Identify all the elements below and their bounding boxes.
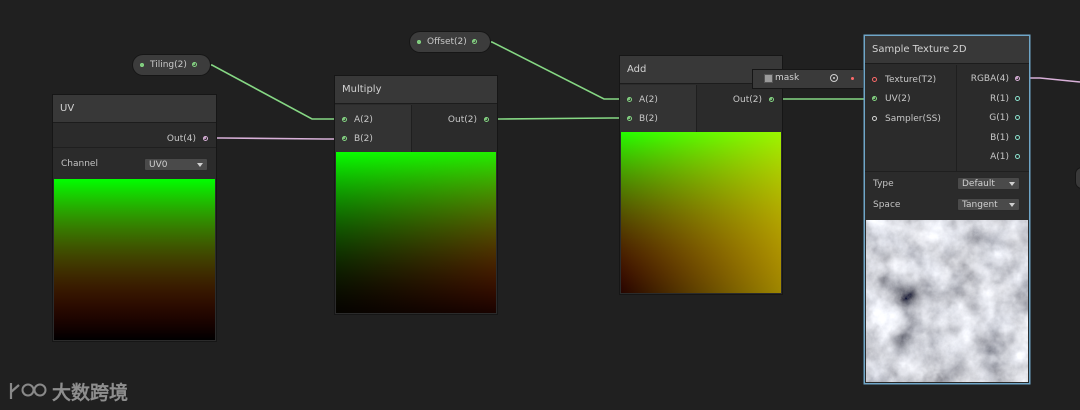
sample-texture-input-port[interactable] [872,77,877,82]
multiply-input-b-port[interactable] [342,136,347,141]
sample-sampler-input-port[interactable] [872,116,877,121]
sample-rgba-output-port[interactable] [1015,76,1020,81]
uv-channel-label: Channel [61,159,98,169]
multiply-output-port[interactable] [484,117,489,122]
multiply-node-title: Multiply [335,76,497,104]
add-input-b-label: B(2) [639,114,658,124]
sample-uv-input-label: UV(2) [885,94,911,104]
sample-space-label: Space [873,200,901,210]
sample-g-output-port[interactable] [1015,115,1020,120]
offset-output-port[interactable] [472,39,477,44]
uv-node[interactable]: UV Out(4) Channel UV0 [53,95,216,341]
add-output-port[interactable] [769,97,774,102]
chevron-down-icon [1009,203,1015,207]
sample-sampler-input-label: Sampler(SS) [885,114,941,124]
uv-output-label: Out(4) [166,134,196,144]
add-output-label: Out(2) [732,95,762,105]
multiply-preview [336,152,496,313]
multiply-output-label: Out(2) [447,115,477,125]
tiling-left-dot [140,63,144,67]
tiling-label: Tiling(2) [150,60,187,70]
uv-node-title: UV [53,95,216,123]
tiling-property[interactable]: Tiling(2) [133,55,210,75]
add-preview-tint [621,132,781,293]
multiply-input-a-port[interactable] [342,117,347,122]
offscreen-node-edge [1076,168,1080,188]
sample-a-output-port[interactable] [1015,154,1020,159]
watermark-logo-icon [9,383,47,399]
uv-output-port[interactable] [203,136,208,141]
sample-space-value: Tangent [962,200,998,210]
add-node[interactable]: Add A(2) B(2) Out(2) [620,56,782,294]
offset-property[interactable]: Offset(2) [410,32,490,52]
mask-output-port[interactable] [851,77,854,80]
add-input-a-port[interactable] [627,97,632,102]
sample-b-output-port[interactable] [1015,135,1020,140]
chevron-down-icon [1009,182,1015,186]
wire-offset-to-add-a [476,41,629,100]
sample-rgba-output-label: RGBA(4) [970,74,1009,84]
sample-r-output-label: R(1) [989,94,1009,104]
sample-texture-input-label: Texture(T2) [885,75,937,85]
watermark-text: 大数跨境 [52,381,129,404]
sample-r-output-port[interactable] [1015,96,1020,101]
sample-type-dropdown[interactable]: Default [957,177,1020,190]
sample-b-output-label: B(1) [990,133,1009,143]
multiply-input-b-label: B(2) [354,134,373,144]
wire-uv-to-multiply-b [206,137,344,140]
sample-texture-preview [866,220,1028,382]
sample-space-dropdown[interactable]: Tangent [957,198,1020,211]
mask-label: mask [775,73,800,83]
sample-type-label: Type [873,179,894,189]
multiply-input-a-label: A(2) [354,115,373,125]
chevron-down-icon [197,163,203,167]
object-picker-icon[interactable] [830,74,838,82]
sample-uv-input-port[interactable] [872,96,877,101]
uv-channel-dropdown[interactable]: UV0 [144,158,208,171]
offset-left-dot [417,40,421,44]
texture-swatch-icon [764,74,773,83]
sample-g-output-label: G(1) [989,113,1009,123]
sample-type-value: Default [962,179,995,189]
tiling-output-port[interactable] [192,62,197,67]
watermark: 大数跨境 [8,378,128,404]
uv-channel-value: UV0 [149,160,168,170]
offset-label: Offset(2) [427,37,467,47]
uv-preview [54,179,215,340]
multiply-node[interactable]: Multiply A(2) B(2) Out(2) [335,76,497,314]
mask-property[interactable]: mask [753,70,863,88]
sample-texture-title: Sample Texture 2D [865,36,1029,64]
wire-multiply-to-add-b [487,117,629,120]
add-input-a-label: A(2) [639,95,658,105]
add-input-b-port[interactable] [627,116,632,121]
wire-tiling-to-multiply-a [196,64,344,120]
sample-texture-node[interactable]: Sample Texture 2D Texture(T2) UV(2) Samp… [865,36,1029,383]
sample-a-output-label: A(1) [990,152,1009,162]
